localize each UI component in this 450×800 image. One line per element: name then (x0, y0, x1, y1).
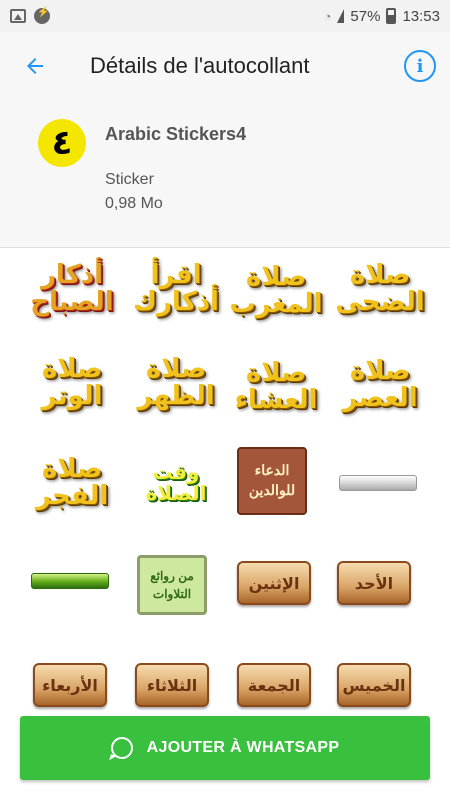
sticker-text: صلاة الضحى (335, 259, 425, 317)
sticker[interactable]: الثلاثاء (124, 645, 220, 725)
arrow-back-icon (27, 58, 43, 74)
info-button[interactable]: i (404, 50, 436, 82)
sticker-text: من روائع التلاوات (137, 555, 207, 615)
info-icon: i (416, 55, 424, 77)
sticker-text: صلاة الظهر (137, 353, 215, 411)
sticker-text: صلاة العشاء (234, 357, 318, 415)
sticker[interactable]: صلاة الوتر (24, 343, 120, 423)
sticker[interactable]: صلاة الفجر (24, 443, 120, 523)
sticker[interactable]: صلاة العشاء (228, 347, 324, 427)
sticker-text: صلاة الوتر (41, 353, 103, 411)
sticker[interactable] (22, 541, 118, 621)
sticker[interactable]: صلاة الضحى (332, 249, 428, 329)
whatsapp-icon (110, 737, 133, 759)
sticker[interactable]: اقرأ أذكارك (128, 249, 224, 329)
pack-size: 0,98 Mo (105, 195, 163, 212)
sticker-text: وقت الصلاة (145, 460, 207, 505)
sticker-text: صلاة العصر (342, 355, 418, 413)
sticker[interactable]: الجمعة (226, 645, 322, 725)
sticker-text: صلاة المغرب (229, 261, 323, 319)
pack-type: Sticker (105, 171, 154, 188)
sticker[interactable]: من روائع التلاوات (124, 545, 220, 625)
pack-name: Arabic Stickers4 (105, 124, 247, 144)
sticker-text: أذكار الصباح (30, 259, 114, 317)
sticker-text: الخميس (337, 663, 411, 707)
sticker-text: الأربعاء (33, 663, 107, 707)
battery-icon (386, 8, 397, 24)
sticker[interactable]: الأحد (326, 543, 422, 623)
sticker[interactable]: الدعاء للوالدين (224, 441, 320, 521)
sticker[interactable]: وقت الصلاة (128, 443, 224, 523)
sticker[interactable]: صلاة المغرب (228, 251, 324, 331)
status-bar: ◔ 57% 13:53 (0, 0, 450, 32)
sticker-text: الأحد (337, 561, 411, 605)
page-title: Détails de l'autocollant (90, 53, 310, 78)
sticker[interactable]: الأربعاء (22, 645, 118, 725)
sticker-text: اقرأ أذكارك (133, 259, 219, 317)
sticker-text: الثلاثاء (135, 663, 209, 707)
add-to-whatsapp-button[interactable]: AJOUTER À WHATSAPP (20, 716, 430, 780)
sticker[interactable]: الإثنين (226, 543, 322, 623)
sticker-text: الجمعة (237, 663, 311, 707)
sticker[interactable] (330, 443, 426, 523)
sticker[interactable]: الخميس (326, 645, 422, 725)
pack-tray-icon: ٤ (38, 119, 86, 167)
wifi-icon: ◔ (323, 8, 332, 24)
app-bar: Détails de l'autocollant i (0, 32, 450, 100)
sticker[interactable]: أذكار الصباح (24, 249, 120, 329)
messenger-icon (34, 7, 50, 24)
sticker-text: الدعاء للوالدين (237, 447, 307, 515)
sticker[interactable]: صلاة الظهر (128, 343, 224, 423)
image-icon (10, 9, 26, 23)
signal-icon (337, 9, 345, 23)
sticker-text: صلاة الفجر (35, 453, 109, 511)
back-button[interactable] (0, 32, 70, 100)
sticker[interactable]: صلاة العصر (332, 345, 428, 425)
green-banner (31, 573, 109, 589)
add-button-label: AJOUTER À WHATSAPP (146, 739, 340, 756)
silver-banner (339, 475, 417, 491)
sticker-text: الإثنين (237, 561, 311, 605)
battery-percent: 57% (350, 7, 381, 25)
clock: 13:53 (402, 7, 440, 25)
